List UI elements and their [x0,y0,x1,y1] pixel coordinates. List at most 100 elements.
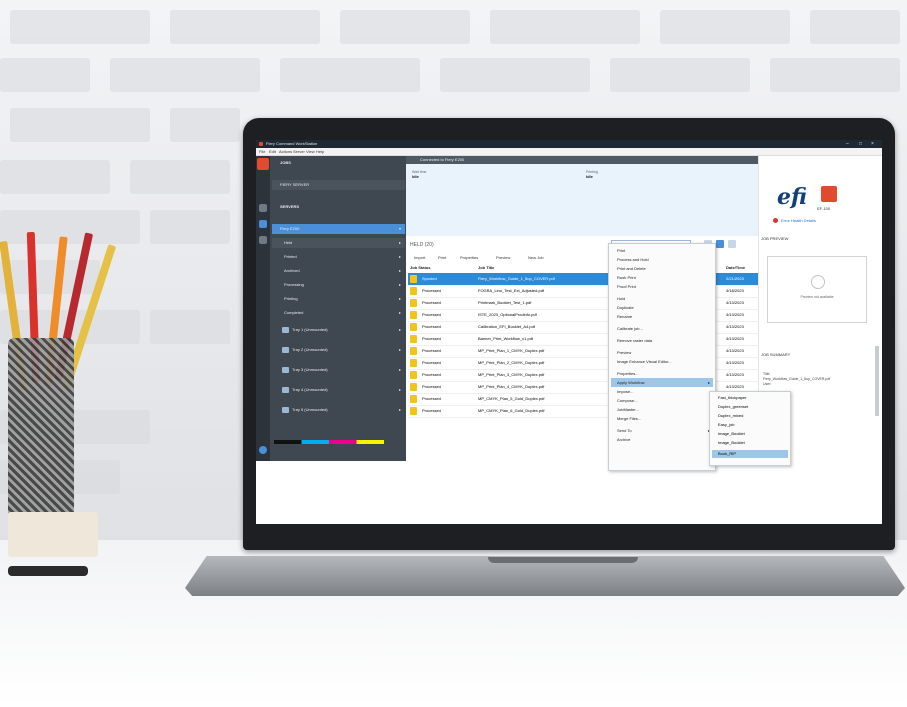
media-thumbnail-icon [282,327,289,333]
sidebar-item-processing[interactable]: Processing ▸ [272,280,405,290]
nav-rail [256,156,270,461]
tools-icon[interactable] [259,236,267,244]
menu-item-compose[interactable]: Compose... [611,396,713,405]
pdf-file-icon [410,311,417,319]
menu-item-hold[interactable]: Hold [611,294,713,303]
menu-item-print[interactable]: Print [611,246,713,255]
menu-item-apply-workflow[interactable]: Apply Workflow ▸ [611,378,713,387]
menu-item-properties[interactable]: Properties... [611,369,713,378]
job-preview-area: Preview not available [767,256,867,323]
sidebar-selected-server[interactable]: Fiery E200 ▾ [272,224,405,234]
job-status: Processed [422,348,441,353]
menu-item-calibrate[interactable]: Calibrate job... [611,324,713,333]
sidebar-servers-header[interactable]: SERVERS [272,204,405,212]
menu-item-remove-raster[interactable]: Remove raster data [611,336,713,345]
sidebar-item-completed[interactable]: Completed ▸ [272,308,405,318]
sidebar-media-item[interactable]: Tray 2 (Unmounted) ▸ [272,346,405,360]
pdf-file-icon [410,371,417,379]
submenu-item-selected[interactable]: Book_RIP [712,450,788,458]
menu-edit[interactable]: Edit [269,148,276,155]
selected-server-label: Fiery E200 [280,226,300,231]
menu-item-process-hold[interactable]: Process and Hold [611,255,713,264]
submenu-item[interactable]: Fast_thickpaper [712,394,788,402]
job-title: MP_Print_Plan_1_CMYK_Duplex.pdf [478,348,545,353]
submenu-item[interactable]: Duplex_greenset [712,403,788,411]
sidebar-jobs-header[interactable]: JOBS [272,160,405,168]
minimize-button[interactable]: – [846,140,849,148]
context-menu: Print Process and Hold Print and Delete … [608,243,716,471]
apply-workflow-label: Apply Workflow [617,380,645,385]
menu-item-print-delete[interactable]: Print and Delete [611,264,713,273]
col-job-title[interactable]: Job Title [478,265,494,270]
menu-item-preview[interactable]: Preview [611,348,713,357]
col-job-status[interactable]: Job Status [410,265,430,270]
job-title: Fiery_Workflow_Guide_1_5up_COVER.pdf [478,276,555,281]
chevron-right-icon: ▸ [398,240,401,245]
servers-icon[interactable] [259,220,267,228]
new-job-button[interactable]: New Job [528,255,544,260]
sidebar-item-archived[interactable]: Archived ▸ [272,266,405,276]
submenu-item[interactable]: Image_Booklet [712,430,788,438]
job-status: Processed [422,360,441,365]
fiery-brand-icon [821,186,837,202]
submenu-item[interactable]: Easy_job [712,421,788,429]
printing-status: Printing Idle [586,170,598,179]
properties-button[interactable]: Properties [460,255,478,260]
job-status: Processed [422,324,441,329]
sidebar-media-item[interactable]: Tray 3 (Unmounted) ▸ [272,366,405,380]
menu-actions[interactable]: Actions [279,148,292,155]
menu-view[interactable]: View [306,148,315,155]
maximize-button[interactable]: □ [859,140,862,148]
jobs-icon[interactable] [259,204,267,212]
toner-levels-bar [274,440,384,444]
menu-help[interactable]: Help [316,148,324,155]
sidebar-item-printing[interactable]: Printing ▸ [272,294,405,304]
submenu-item[interactable]: Duplex_mixed [712,412,788,420]
menu-item-duplicate[interactable]: Duplicate [611,303,713,312]
menu-item-rush-print[interactable]: Rush Print [611,273,713,282]
sidebar-media-item[interactable]: Tray 1 (Unmounted) ▸ [272,326,405,340]
menu-item-merge-files[interactable]: Merge Files... [611,414,713,423]
scrollbar[interactable] [875,346,879,416]
sidebar-fiery-server[interactable]: FIERY SERVER [272,180,405,190]
job-status: Processed [422,408,441,413]
job-title: FOGRA_Lino_Test_Ext_Adjusted.pdf [478,288,545,293]
fiery-logo-icon[interactable] [257,158,269,170]
close-button[interactable]: × [871,140,874,148]
wood-block [8,512,98,557]
menu-item-jobmaster[interactable]: JobMaster... [611,405,713,414]
job-preview-header[interactable]: JOB PREVIEW [761,236,788,241]
menu-item-rename[interactable]: Rename [611,312,713,321]
help-icon[interactable] [259,446,267,454]
error-status-icon [773,218,778,223]
sidebar-item-label: Archived [284,268,300,273]
job-date: 2/21/2023 [726,276,744,281]
print-button[interactable]: Print [438,255,446,260]
menu-item-image-enhance[interactable]: Image Enhance Visual Editor... [611,357,713,366]
chevron-right-icon: ▸ [707,380,710,385]
sidebar-media-item[interactable]: Tray 5 (Unmounted) ▸ [272,406,405,420]
settings-icon[interactable] [728,240,736,248]
preview-message: Preview not available [800,295,834,299]
import-button[interactable]: Import [414,255,425,260]
col-date-time[interactable]: Date/Time [726,265,745,270]
menu-server[interactable]: Server [293,148,305,155]
menu-file[interactable]: File [259,148,265,155]
grid-view-icon[interactable] [716,240,724,248]
sidebar-item-label: Printed [284,254,297,259]
job-summary-header[interactable]: JOB SUMMARY [761,352,790,357]
sidebar-item-held[interactable]: Held ▸ [272,238,405,248]
job-title: Banner_Print_Workflow_v1.pdf [478,336,534,341]
menu-item-archive[interactable]: Archive [611,435,713,444]
menu-item-send-to[interactable]: Send To ▸ [611,426,713,435]
sidebar-media-item[interactable]: Tray 4 (Unmounted) ▸ [272,386,405,400]
preview-button[interactable]: Preview [496,255,510,260]
health-details-link[interactable]: Error Health Details [781,218,816,223]
menu-item-proof-print[interactable]: Proof Print [611,282,713,291]
menu-item-impose[interactable]: Impose... [611,387,713,396]
pdf-file-icon [410,275,417,283]
media-thumbnail-icon [282,347,289,353]
submenu-item[interactable]: Image_Booklet [712,439,788,447]
sidebar-item-printed[interactable]: Printed ▸ [272,252,405,262]
job-status: Processed [422,384,441,389]
